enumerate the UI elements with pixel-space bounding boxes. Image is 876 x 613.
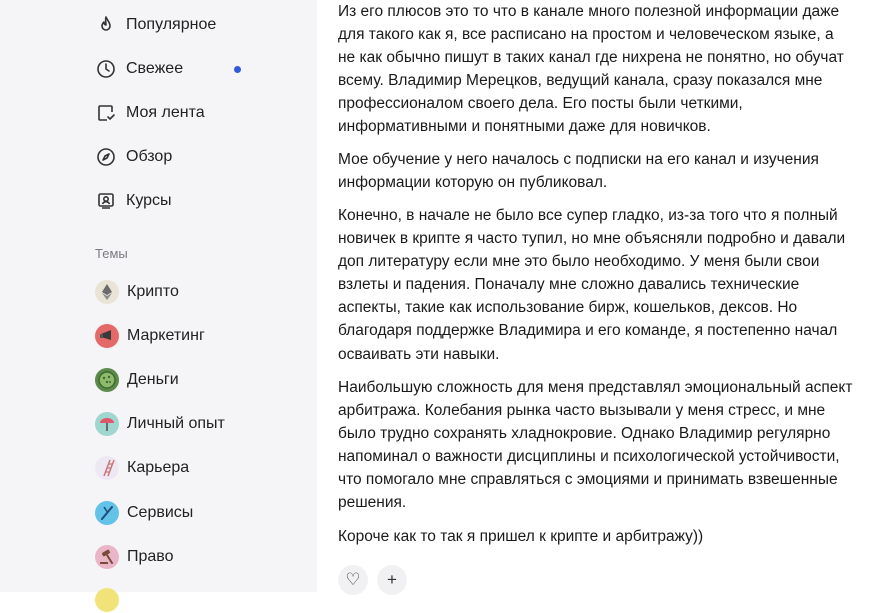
courses-icon: [95, 190, 117, 212]
heart-icon: ♡: [345, 570, 361, 589]
marketing-icon: [95, 324, 119, 348]
nav-item-my-feed[interactable]: Моя лента: [95, 99, 205, 127]
nav-item-fresh[interactable]: Свежее: [95, 55, 183, 83]
flame-icon: [95, 14, 117, 36]
article-paragraph: Конечно, в начале не было все супер глад…: [338, 207, 846, 363]
topic-crypto[interactable]: Крипто: [95, 279, 179, 305]
topic-partial[interactable]: [95, 587, 127, 613]
nav-label: Обзор: [126, 148, 173, 165]
topic-label: Сервисы: [127, 504, 194, 521]
topic-label: Маркетинг: [127, 327, 205, 344]
nav-item-overview[interactable]: Обзор: [95, 143, 172, 171]
topic-label: Крипто: [127, 283, 179, 300]
article-paragraph: Мое обучение у него началось с подписки …: [338, 151, 819, 192]
topic-career[interactable]: Карьера: [95, 455, 189, 481]
topic-services[interactable]: Сервисы: [95, 500, 193, 526]
article-paragraph: Короче как то так я пришел к крипте и ар…: [338, 528, 704, 545]
topic-money[interactable]: Деньги: [95, 367, 179, 393]
compass-icon: [95, 146, 117, 168]
clock-icon: [95, 58, 117, 80]
add-button[interactable]: +: [377, 565, 407, 595]
new-indicator-dot: [234, 66, 241, 73]
personal-experience-icon: [95, 412, 119, 436]
topic-law[interactable]: Право: [95, 544, 174, 570]
nav-label: Курсы: [126, 192, 172, 209]
nav-label: Популярное: [126, 16, 217, 33]
topic-label: Деньги: [127, 371, 179, 388]
nav-item-popular[interactable]: Популярное: [95, 11, 216, 39]
nav-item-courses[interactable]: Курсы: [95, 187, 172, 215]
law-icon: [95, 545, 119, 569]
sidebar: Популярное Свежее Моя лента Обзор Курсы …: [0, 0, 317, 612]
career-icon: [95, 456, 119, 480]
topic-personal-experience[interactable]: Личный опыт: [95, 411, 225, 437]
nav-label: Моя лента: [126, 104, 205, 121]
article-paragraph: Из его плюсов это то что в канале много …: [338, 3, 844, 136]
article-paragraph: Наибольшую сложность для меня представля…: [338, 379, 853, 512]
like-button[interactable]: ♡: [338, 565, 368, 595]
services-icon: [95, 501, 119, 525]
topic-marketing[interactable]: Маркетинг: [95, 323, 205, 349]
topic-label: Личный опыт: [127, 415, 225, 432]
plus-icon: +: [387, 570, 397, 589]
topic-label: Карьера: [127, 459, 190, 476]
feed-icon: [95, 102, 117, 124]
topic-label: Право: [127, 548, 174, 565]
topics-section-title: Темы: [95, 246, 128, 261]
nav-label: Свежее: [126, 60, 184, 77]
crypto-icon: [95, 280, 119, 304]
money-icon: [95, 368, 119, 392]
